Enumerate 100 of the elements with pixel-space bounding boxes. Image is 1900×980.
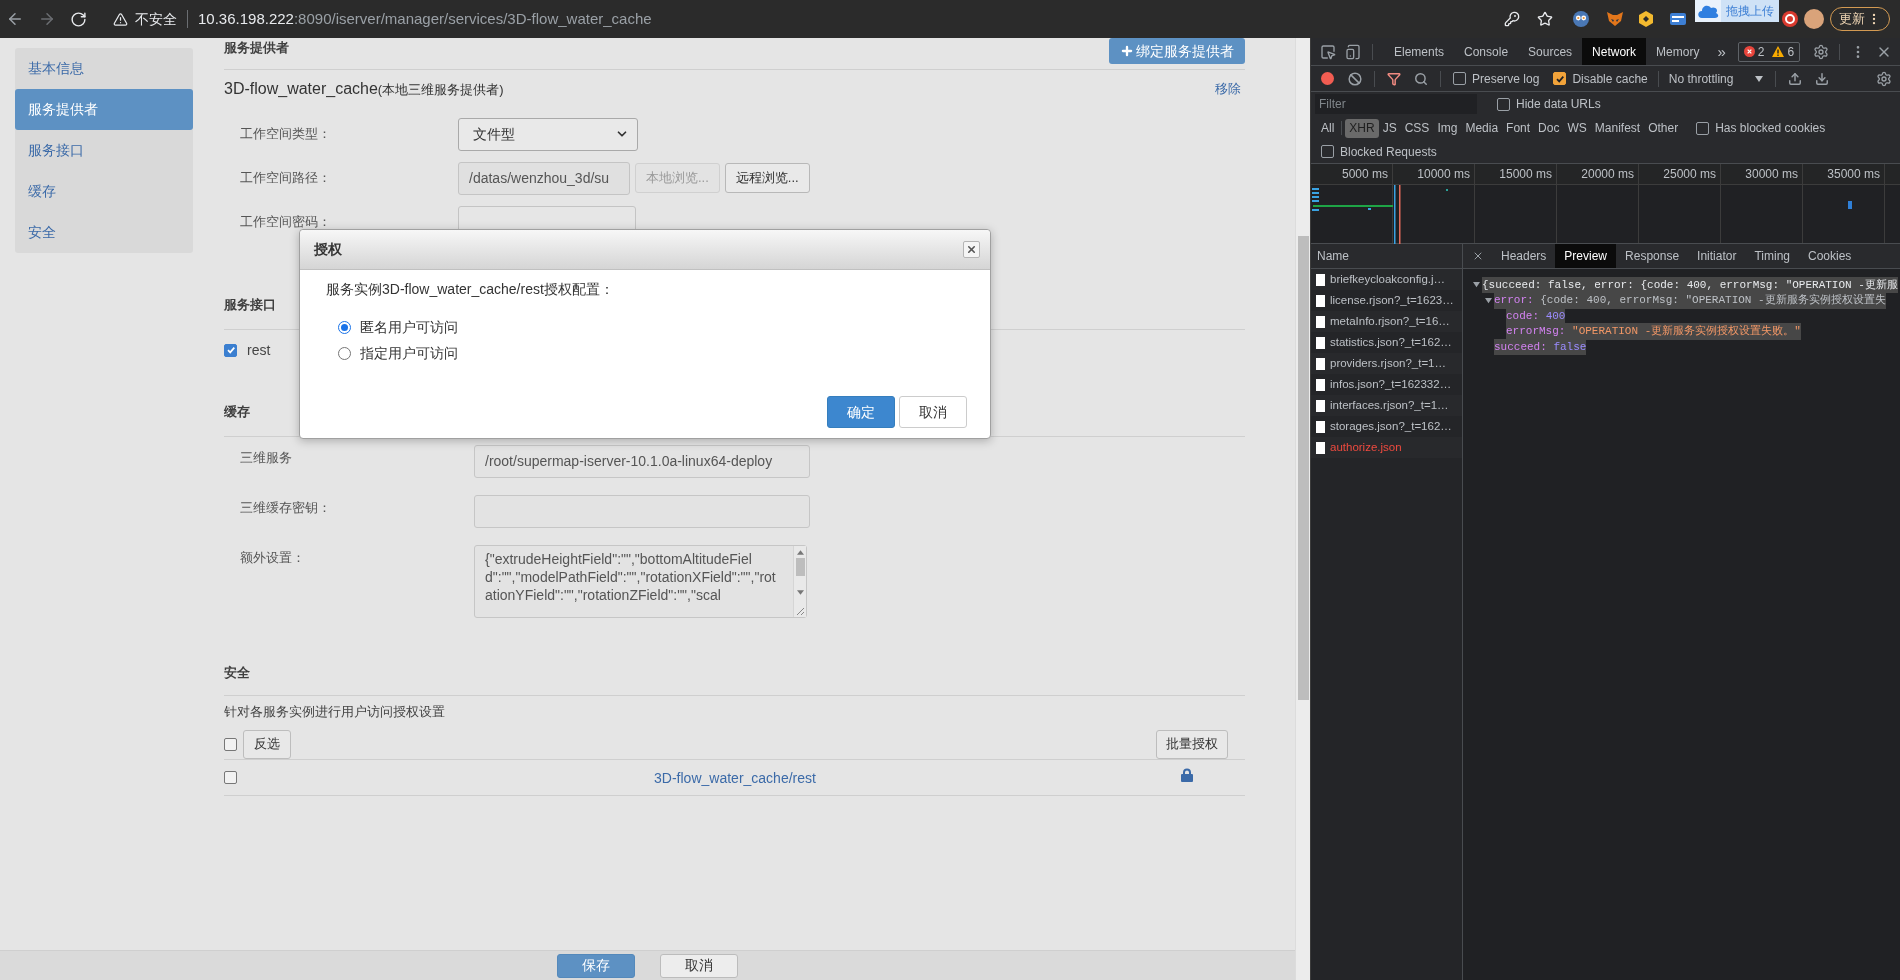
- workspace-type-select[interactable]: 文件型: [458, 117, 638, 151]
- request-row[interactable]: authorize.json: [1311, 437, 1462, 458]
- request-row[interactable]: metaInfo.rjson?_t=16…: [1311, 311, 1462, 332]
- sidebar-item[interactable]: 服务接口: [15, 130, 193, 171]
- ring-icon[interactable]: [1782, 11, 1798, 27]
- type-filter[interactable]: Manifest: [1590, 118, 1645, 138]
- timeline-marker-line: [1394, 185, 1396, 244]
- forward-icon[interactable]: [38, 10, 56, 28]
- checkbox[interactable]: [224, 737, 237, 751]
- scrollbar-thumb[interactable]: [795, 558, 805, 576]
- owl-icon[interactable]: [1573, 11, 1589, 27]
- more-tabs-button[interactable]: »: [1717, 43, 1726, 60]
- checkbox[interactable]: [1453, 72, 1466, 85]
- checkbox[interactable]: [224, 343, 237, 357]
- invert-selection-button[interactable]: 反选: [243, 729, 291, 759]
- checkbox[interactable]: [1696, 121, 1710, 135]
- devtools-tab[interactable]: Network: [1582, 38, 1647, 65]
- devtools-tab[interactable]: Console: [1454, 38, 1519, 65]
- disclosure-triangle-icon[interactable]: [1485, 296, 1492, 304]
- footer-button[interactable]: 取消: [660, 953, 738, 978]
- throttling-select[interactable]: No throttling: [1668, 69, 1764, 88]
- record-icon[interactable]: [1321, 72, 1334, 85]
- issues-counter[interactable]: 2 6: [1737, 41, 1801, 62]
- document-icon: [1316, 273, 1325, 286]
- scroll-up-icon[interactable]: [796, 550, 804, 555]
- close-button[interactable]: [963, 241, 980, 258]
- request-row[interactable]: briefkeycloakconfig.j…: [1311, 269, 1462, 290]
- fox-icon[interactable]: [1607, 11, 1623, 27]
- dialog-button[interactable]: 确定: [827, 396, 895, 428]
- text-field[interactable]: [474, 495, 810, 528]
- search-icon[interactable]: [1414, 71, 1428, 86]
- remove-link[interactable]: 移除: [1215, 79, 1241, 99]
- detail-tab[interactable]: Initiator: [1688, 244, 1746, 268]
- type-filter[interactable]: WS: [1563, 118, 1591, 138]
- devtools-tab[interactable]: Elements: [1384, 38, 1455, 65]
- sidebar-item[interactable]: 基本信息: [15, 48, 193, 89]
- type-filter[interactable]: JS: [1378, 118, 1401, 138]
- detail-tab[interactable]: Preview: [1555, 244, 1617, 268]
- type-filter[interactable]: Other: [1644, 118, 1683, 138]
- inspect-icon[interactable]: [1320, 43, 1336, 60]
- browse-button[interactable]: 远程浏览...: [724, 163, 810, 193]
- request-row[interactable]: providers.rjson?_t=1…: [1311, 353, 1462, 374]
- radio-button[interactable]: [338, 320, 351, 334]
- disclosure-triangle-icon[interactable]: [1473, 281, 1480, 289]
- type-filter[interactable]: CSS: [1400, 118, 1434, 138]
- device-toolbar-icon[interactable]: [1345, 43, 1361, 60]
- settings-textarea[interactable]: {"extrudeHeightField":"","bottomAltitudeField":"","modelPathField":"","rotationXField":"","rotationYField":"","rotationZField":"","scal: [474, 545, 807, 618]
- radio-label: 指定用户可访问: [360, 343, 458, 363]
- type-filter[interactable]: All: [1317, 118, 1339, 138]
- reload-icon[interactable]: [70, 10, 87, 28]
- dialog-button[interactable]: 取消: [899, 396, 967, 428]
- time-tick-label: 35000 ms: [1827, 166, 1880, 183]
- cloud-icon[interactable]: [1695, 0, 1721, 22]
- detail-tab[interactable]: Timing: [1745, 244, 1799, 268]
- key-icon[interactable]: [1504, 11, 1520, 27]
- resize-grip-icon[interactable]: [796, 607, 804, 615]
- settings-icon[interactable]: [1813, 43, 1829, 60]
- card-icon[interactable]: [1670, 13, 1686, 25]
- field-label: 三维服务: [240, 449, 293, 466]
- detail-tab[interactable]: Cookies: [1799, 244, 1861, 268]
- checkbox[interactable]: [1553, 72, 1567, 85]
- path-field[interactable]: /datas/wenzhou_3d/su: [458, 161, 630, 195]
- close-icon[interactable]: [1472, 250, 1484, 262]
- checkbox[interactable]: [1497, 97, 1510, 111]
- address-url[interactable]: 10.36.198.222:8090/iserver/manager/services/3D-flow_water_cache: [198, 7, 652, 31]
- request-row[interactable]: interfaces.rjson?_t=1…: [1311, 395, 1462, 416]
- upload-icon[interactable]: [1788, 71, 1803, 86]
- type-filter[interactable]: Media: [1461, 118, 1503, 138]
- download-icon[interactable]: [1815, 71, 1830, 86]
- filter-field[interactable]: Filter: [1315, 94, 1477, 114]
- devtools-tab[interactable]: Memory: [1646, 38, 1710, 65]
- checkbox[interactable]: [1321, 145, 1334, 158]
- detail-tab[interactable]: Headers: [1492, 244, 1556, 268]
- avatar[interactable]: [1804, 9, 1824, 29]
- type-filter[interactable]: Img: [1433, 118, 1462, 138]
- radio-button[interactable]: [338, 346, 351, 360]
- column-header[interactable]: Name: [1317, 247, 1349, 265]
- settings-icon[interactable]: [1876, 70, 1892, 87]
- sidebar-item[interactable]: 缓存: [15, 171, 193, 212]
- detail-tab[interactable]: Response: [1616, 244, 1689, 268]
- section-heading: 服务提供者: [224, 40, 289, 56]
- back-icon[interactable]: [6, 10, 24, 28]
- time-tick-label: 15000 ms: [1499, 166, 1552, 183]
- service-link[interactable]: 3D-flow_water_cache/rest: [654, 769, 816, 786]
- section-heading: 安全: [224, 665, 250, 681]
- scroll-down-icon[interactable]: [796, 590, 804, 595]
- batch-authorize-button[interactable]: 批量授权: [1156, 729, 1228, 759]
- type-filter[interactable]: Font: [1502, 118, 1535, 138]
- text-field[interactable]: /root/supermap-iserver-10.1.0a-linux64-deploy: [474, 445, 810, 478]
- hexagon-icon[interactable]: [1638, 11, 1654, 27]
- type-filter[interactable]: Doc: [1534, 118, 1564, 138]
- lock-icon[interactable]: [1181, 767, 1193, 782]
- checkbox[interactable]: [224, 771, 237, 784]
- devtools-tab[interactable]: Sources: [1518, 38, 1583, 65]
- clear-icon[interactable]: [1348, 71, 1362, 86]
- security-label[interactable]: 不安全: [135, 8, 177, 30]
- filter-icon[interactable]: [1387, 71, 1401, 86]
- scrollbar-thumb[interactable]: [1297, 236, 1309, 700]
- sidebar-item[interactable]: 安全: [15, 212, 193, 253]
- star-icon[interactable]: [1537, 11, 1553, 27]
